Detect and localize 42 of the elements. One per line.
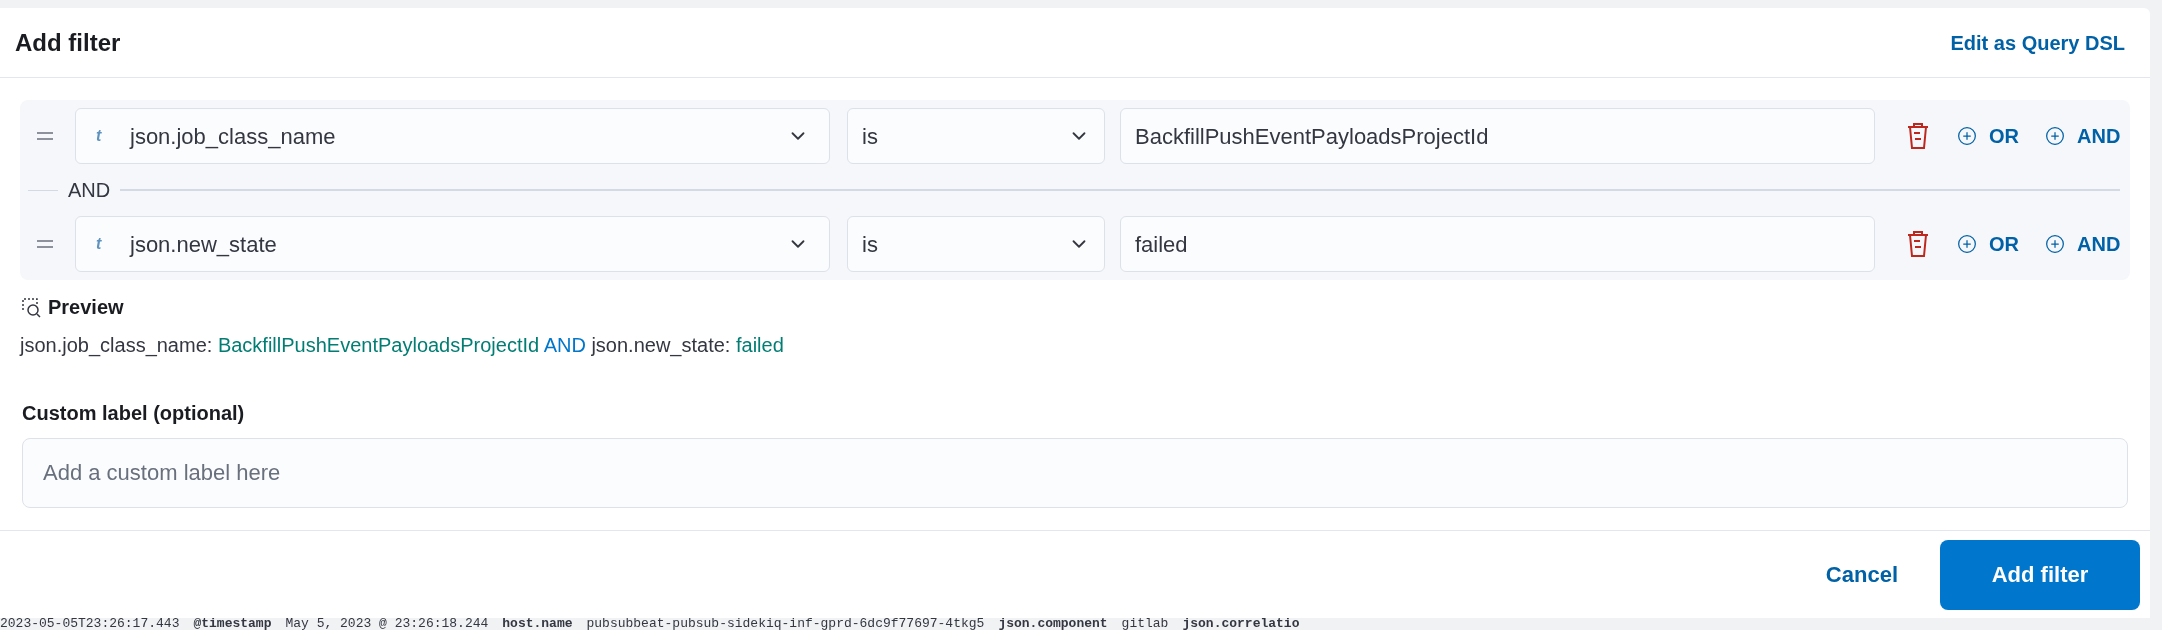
log-field-value: May 5, 2023 @ 23:26:18.244 bbox=[285, 618, 489, 630]
field-select[interactable]: t json.job_class_name bbox=[75, 108, 830, 164]
plus-circle-icon bbox=[2045, 234, 2065, 254]
operator-select[interactable]: is bbox=[847, 216, 1105, 272]
custom-label-input[interactable]: Add a custom label here bbox=[22, 438, 2128, 508]
preview-title: Preview bbox=[48, 295, 124, 320]
cancel-button[interactable]: Cancel bbox=[1825, 558, 1898, 591]
drag-handle-icon[interactable] bbox=[35, 131, 55, 141]
log-field-value: pubsubbeat-pubsub-sidekiq-inf-gprd-6dc9f77697-4tkg5 bbox=[586, 618, 985, 630]
or-button[interactable]: OR bbox=[1957, 121, 2019, 151]
add-filter-button[interactable]: Add filter bbox=[1940, 539, 2140, 610]
plus-circle-icon bbox=[2045, 126, 2065, 146]
log-field-key: @timestamp bbox=[193, 618, 272, 630]
edit-query-link[interactable]: Edit as Query DSL bbox=[1950, 27, 2125, 58]
log-field-value: 2023-05-05T23:26:17.443 bbox=[0, 618, 180, 630]
log-field-value: gitlab bbox=[1121, 618, 1169, 630]
plus-circle-icon bbox=[1957, 126, 1977, 146]
modal-title: Add filter bbox=[15, 27, 121, 58]
log-field-key: host.name bbox=[502, 618, 573, 630]
custom-label-title: Custom label (optional) bbox=[22, 401, 246, 426]
and-button[interactable]: AND bbox=[2045, 229, 2121, 259]
and-separator: AND bbox=[68, 178, 111, 203]
field-name: json.job_class_name bbox=[130, 122, 337, 151]
log-field-key: json.component bbox=[998, 618, 1108, 630]
preview-text: json.job_class_name: BackfillPushEventPayloadsProjectId AND json.new_state: failed bbox=[20, 333, 785, 359]
trash-icon[interactable] bbox=[1905, 229, 1931, 259]
field-select[interactable]: t json.new_state bbox=[75, 216, 830, 272]
field-name: json.new_state bbox=[130, 230, 278, 259]
operator-text: is bbox=[862, 122, 879, 151]
field-type-token: t bbox=[96, 234, 103, 254]
preview-icon bbox=[20, 296, 42, 318]
value-input[interactable]: BackfillPushEventPayloadsProjectId bbox=[1120, 108, 1875, 164]
or-button[interactable]: OR bbox=[1957, 229, 2019, 259]
value-input[interactable]: failed bbox=[1120, 216, 1875, 272]
operator-select[interactable]: is bbox=[847, 108, 1105, 164]
trash-icon[interactable] bbox=[1905, 121, 1931, 151]
plus-circle-icon bbox=[1957, 234, 1977, 254]
and-button[interactable]: AND bbox=[2045, 121, 2121, 151]
drag-handle-icon[interactable] bbox=[35, 239, 55, 249]
operator-text: is bbox=[862, 230, 879, 259]
log-field-key: json.correlatio bbox=[1182, 618, 1300, 630]
field-type-token: t bbox=[96, 126, 103, 146]
